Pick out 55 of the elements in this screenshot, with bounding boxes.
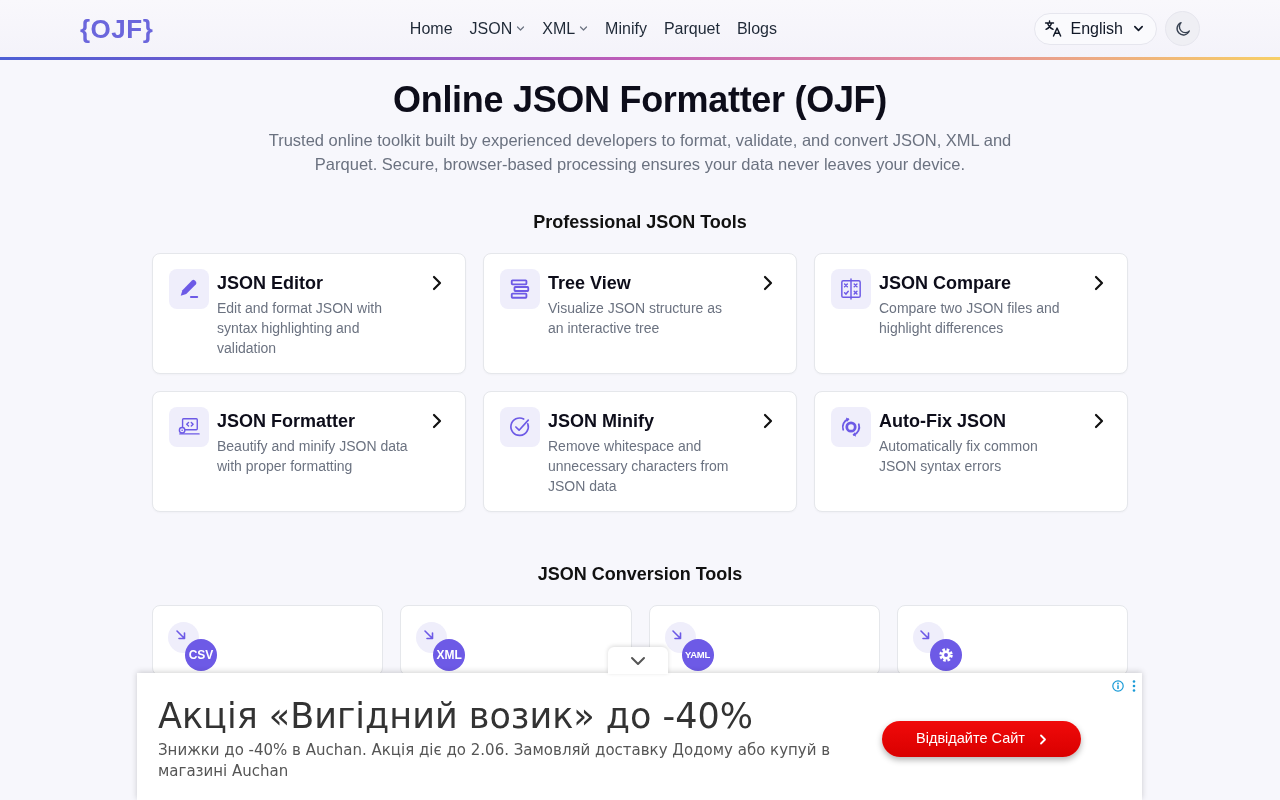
page-subtitle: Trusted online toolkit built by experienced developers to format, validate, and convert JSON, XML and Parquet. Secure, browser-based processing ensures your data never leaves your device.: [267, 130, 1013, 175]
tool-description: Visualize JSON structure as an interactive tree: [548, 299, 724, 338]
nav-link[interactable]: XML: [542, 16, 589, 41]
translate-icon: [1043, 19, 1063, 38]
nav-link[interactable]: Blogs: [736, 16, 777, 41]
collapse-button[interactable]: [608, 647, 668, 674]
more-icon[interactable]: [1132, 680, 1136, 692]
tool-description: Edit and format JSON with syntax highlighting and validation: [217, 299, 383, 358]
compare-grid-icon: [831, 269, 871, 309]
info-icon[interactable]: [1112, 680, 1124, 692]
tool-card[interactable]: JSON Formatter Beautify and minify JSON data with proper formatting: [152, 391, 466, 512]
tool-card[interactable]: YAML: [648, 605, 880, 676]
theme-toggle-button[interactable]: [1165, 11, 1200, 46]
chevron-down-icon: [630, 655, 646, 666]
tool-description: Remove whitespace and unnecessary characters from JSON data: [548, 437, 730, 496]
tool-card[interactable]: XML: [400, 605, 632, 676]
moon-icon: [1173, 19, 1192, 38]
ad-description: Знижки до -40% в Auchan. Акція діє до 2.06. Замовляй доставку Додому або купуй в магазині Auchan: [158, 740, 832, 782]
tool-card[interactable]: [896, 605, 1128, 676]
tool-card[interactable]: JSON Minify Remove whitespace and unnecessary characters from JSON data: [483, 391, 797, 512]
chevron-down-icon: [1133, 23, 1144, 34]
format-badge: XML: [433, 639, 466, 671]
format-badge: YAML: [681, 639, 714, 671]
rotating-ring-icon: [831, 407, 871, 447]
nav-link[interactable]: JSON: [469, 16, 526, 41]
logo[interactable]: {OJF}: [80, 15, 154, 42]
section-heading: JSON Conversion Tools: [536, 563, 744, 586]
nav-link[interactable]: Home: [409, 16, 453, 41]
ad-headline: Акція «Вигідний возик» до -40%: [158, 695, 755, 737]
tool-description: Compare two JSON files and highlight differences: [879, 299, 1061, 338]
tool-title: Auto-Fix JSON: [879, 410, 1007, 433]
tool-card[interactable]: JSON Editor Edit and format JSON with syntax highlighting and validation: [152, 253, 466, 374]
tool-title: Tree View: [548, 272, 632, 295]
page-title: Online JSON Formatter (OJF): [392, 78, 888, 122]
tool-card[interactable]: JSON Compare Compare two JSON files and highlight differences: [814, 253, 1128, 374]
section-heading: Professional JSON Tools: [532, 211, 748, 234]
tool-title: JSON Compare: [879, 272, 1013, 295]
language-button[interactable]: English: [1033, 12, 1157, 45]
pencil-icon: [169, 269, 209, 309]
visit-site-button[interactable]: Відвідайте Сайт: [882, 721, 1081, 757]
format-badge: CSV: [185, 639, 217, 671]
tool-card[interactable]: Auto-Fix JSON Automatically fix common JSON syntax errors: [814, 391, 1128, 512]
gear-icon: [929, 639, 962, 671]
tool-title: JSON Formatter: [217, 410, 357, 433]
tool-card[interactable]: Tree View Visualize JSON structure as an interactive tree: [483, 253, 797, 374]
laptop-code-icon: [169, 407, 209, 447]
tool-title: JSON Editor: [217, 272, 324, 295]
tool-description: Beautify and minify JSON data with proper formatting: [217, 437, 409, 476]
tool-card[interactable]: CSV: [152, 605, 384, 676]
nav-link[interactable]: Parquet: [663, 16, 720, 41]
tool-description: Automatically fix common JSON syntax errors: [879, 437, 1039, 476]
stacked-bars-icon: [500, 269, 540, 309]
chevron-right-icon: [1038, 733, 1047, 745]
nav-link[interactable]: Minify: [605, 16, 647, 41]
tool-title: JSON Minify: [548, 410, 655, 433]
